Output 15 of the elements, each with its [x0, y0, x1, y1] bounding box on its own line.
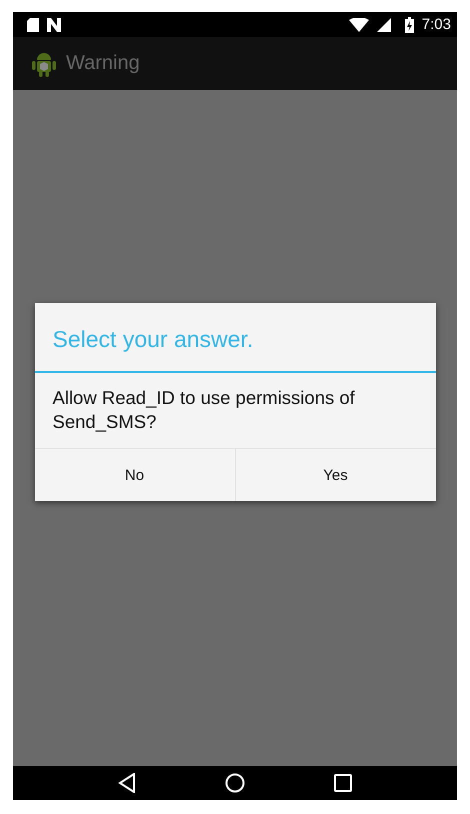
dialog-button[interactable]: No — [34, 449, 234, 501]
back-icon[interactable] — [118, 773, 136, 793]
recents-icon[interactable] — [334, 774, 352, 792]
dialog-button[interactable]: Yes — [234, 449, 436, 501]
battery-icon — [404, 16, 414, 32]
wifi-icon — [348, 18, 369, 32]
robot-icon — [32, 50, 56, 76]
status-time: 7:03 — [422, 16, 451, 33]
signal-icon — [376, 18, 391, 32]
notification-icon — [47, 18, 61, 32]
sd-card-icon — [27, 18, 39, 32]
dialog-title: Select your answer. — [34, 303, 436, 373]
home-icon[interactable] — [224, 773, 245, 793]
app-title: Warning — [66, 52, 140, 75]
dialog-message: Allow Read_ID to use permissions of Send_SMS? — [52, 386, 356, 434]
